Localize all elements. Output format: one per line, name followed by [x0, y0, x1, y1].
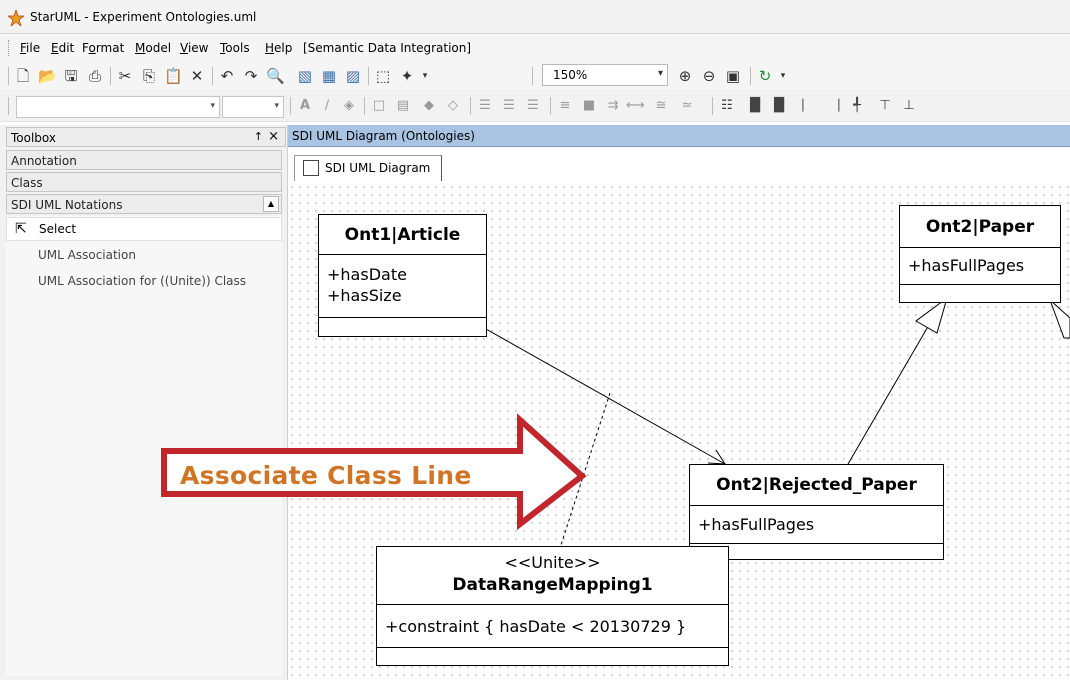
class-attributes: +constraint { hasDate < 20130729 }	[377, 605, 728, 648]
class-name: Ont2|Rejected_Paper	[690, 465, 943, 506]
class-data-range-mapping1[interactable]: <<Unite>> DataRangeMapping1 +constraint …	[376, 546, 729, 666]
class-stereotype: <<Unite>>	[504, 553, 601, 572]
class-name-block: <<Unite>> DataRangeMapping1	[377, 547, 728, 605]
class-attribute: +hasFullPages	[908, 256, 1025, 275]
class-attribute: +hasSize	[327, 286, 402, 305]
association-arrowhead	[707, 449, 726, 465]
class-attribute: +hasDate	[327, 265, 407, 284]
class-attributes: +hasFullPages	[690, 506, 943, 544]
class-attribute: +hasFullPages	[698, 515, 815, 534]
class-name: DataRangeMapping1	[452, 575, 653, 595]
generalization-arrowhead-partial	[1049, 299, 1070, 339]
class-attributes: +hasDate +hasSize	[319, 255, 486, 318]
generalization-arrowhead	[915, 296, 948, 334]
class-ont1-article[interactable]: Ont1|Article +hasDate +hasSize	[318, 214, 487, 337]
class-name: Ont2|Paper	[900, 206, 1060, 248]
class-attribute: +constraint { hasDate < 20130729 }	[385, 617, 687, 636]
class-name: Ont1|Article	[319, 215, 486, 255]
generalization-line[interactable]	[847, 317, 934, 465]
class-attributes: +hasFullPages	[900, 248, 1060, 285]
callout-label: Associate Class Line	[180, 461, 472, 490]
class-ont2-paper[interactable]: Ont2|Paper +hasFullPages	[899, 205, 1061, 303]
